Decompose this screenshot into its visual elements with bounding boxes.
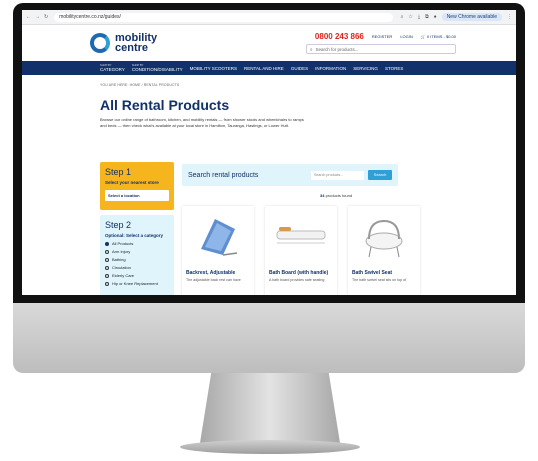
nav-rental-hire[interactable]: RENTAL AND HIRE bbox=[244, 66, 284, 71]
nav-information[interactable]: INFORMATION bbox=[315, 66, 346, 71]
radio-icon bbox=[105, 281, 109, 286]
nav-stores[interactable]: STORES bbox=[385, 66, 403, 71]
product-image bbox=[348, 206, 420, 266]
main-nav: SHOP BY CATEGORY SHOP BY CONDITION/DISABIL… bbox=[22, 61, 516, 75]
forward-icon[interactable]: → bbox=[35, 14, 40, 20]
rental-search-input[interactable]: Search products... bbox=[311, 170, 364, 180]
download-icon[interactable]: ⤓ bbox=[418, 14, 420, 20]
nav-guides[interactable]: GUIDES bbox=[291, 66, 308, 71]
site-search-input[interactable]: ⌕ Search for products... bbox=[306, 44, 456, 54]
product-card[interactable]: Bath Swivel Seat The bath swivel seat si… bbox=[348, 206, 420, 295]
products-found-count: 34 products found bbox=[320, 193, 353, 198]
category-option[interactable]: Circulation bbox=[105, 265, 169, 270]
new-chrome-button[interactable]: New Chrome available bbox=[441, 13, 502, 21]
rental-search-panel: Search rental products Search products..… bbox=[182, 164, 398, 186]
search-icon: ⌕ bbox=[310, 46, 313, 52]
product-desc: The bath swivel seat sits on top of bbox=[352, 278, 407, 282]
rental-search-label: Search rental products bbox=[188, 171, 259, 179]
monitor-base bbox=[180, 440, 360, 454]
nav-shop-by-condition[interactable]: SHOP BY CONDITION/DISABILITY bbox=[132, 64, 183, 72]
bookmark-star-icon[interactable]: ☆ bbox=[408, 14, 412, 20]
category-option[interactable]: Bathing bbox=[105, 257, 169, 262]
product-name[interactable]: Bath Board (with handle) bbox=[265, 266, 337, 276]
monitor-stand bbox=[200, 373, 340, 443]
cart-link[interactable]: 🛒 0 ITEMS - $0.00 bbox=[421, 34, 456, 39]
step2-title: Step 2 bbox=[105, 220, 132, 230]
step2-subtitle: Optional: Select a category bbox=[105, 233, 164, 238]
login-link[interactable]: LOGIN bbox=[400, 34, 412, 39]
back-icon[interactable]: ← bbox=[26, 14, 31, 20]
phone-number[interactable]: 0800 243 866 bbox=[315, 32, 364, 41]
product-card[interactable]: Backrest, Adjustable The adjustable back… bbox=[182, 206, 254, 295]
step1-panel: Step 1 Select your nearest store Select … bbox=[100, 162, 174, 210]
page-title: All Rental Products bbox=[100, 97, 230, 113]
rental-search-button[interactable]: Search bbox=[368, 170, 392, 180]
extensions-icon[interactable]: ⧉ bbox=[425, 14, 429, 20]
radio-icon bbox=[105, 273, 109, 278]
breadcrumb[interactable]: YOU ARE HERE: HOME / RENTAL PRODUCTS bbox=[22, 75, 516, 87]
step1-subtitle: Select your nearest store bbox=[105, 180, 159, 185]
nav-shop-by-category[interactable]: SHOP BY CATEGORY bbox=[100, 64, 125, 72]
site-header: mobility centre 0800 243 866 REGISTER LO… bbox=[22, 25, 516, 61]
product-desc: The adjustable back rest can have bbox=[186, 278, 241, 282]
browser-screen: ← → ↻ mobilitycentre.co.nz/guides/ ⌕ ☆ ⤓… bbox=[22, 10, 516, 295]
reload-icon[interactable]: ↻ bbox=[44, 14, 48, 20]
product-desc: A bath board provides safe seating bbox=[269, 278, 325, 282]
menu-dots-icon[interactable]: ⋮ bbox=[507, 14, 512, 20]
page-intro: Browse our online range of bathroom, kit… bbox=[100, 117, 304, 128]
nav-servicing[interactable]: SERVICING bbox=[353, 66, 378, 71]
step1-title: Step 1 bbox=[105, 167, 132, 177]
cart-icon: 🛒 bbox=[420, 34, 426, 39]
product-image bbox=[265, 206, 337, 266]
register-link[interactable]: REGISTER bbox=[372, 34, 392, 39]
logo-line2: centre bbox=[115, 42, 149, 54]
imac-device: ← → ↻ mobilitycentre.co.nz/guides/ ⌕ ☆ ⤓… bbox=[0, 0, 538, 461]
radio-icon bbox=[105, 257, 109, 262]
zoom-icon[interactable]: ⌕ bbox=[401, 14, 404, 20]
product-name[interactable]: Bath Swivel Seat bbox=[348, 266, 420, 276]
product-card[interactable]: Bath Board (with handle) A bath board pr… bbox=[265, 206, 337, 295]
address-bar[interactable]: mobilitycentre.co.nz/guides/ bbox=[54, 12, 393, 22]
category-option[interactable]: Hip or Knee Replacement bbox=[105, 281, 169, 286]
radio-icon bbox=[105, 249, 109, 254]
category-option[interactable]: Arm Injury bbox=[105, 249, 169, 254]
logo-mark-icon bbox=[90, 33, 110, 53]
step2-panel: Step 2 Optional: Select a category All P… bbox=[100, 215, 174, 295]
nav-mobility-scooters[interactable]: MOBILITY SCOOTERS bbox=[190, 66, 237, 71]
category-option[interactable]: All Products bbox=[105, 241, 169, 246]
category-option[interactable]: Elderly Care bbox=[105, 273, 169, 278]
radio-selected-icon bbox=[105, 241, 109, 246]
select-location-button[interactable]: Select a location bbox=[105, 190, 169, 201]
browser-toolbar: ← → ↻ mobilitycentre.co.nz/guides/ ⌕ ☆ ⤓… bbox=[22, 10, 516, 25]
product-name[interactable]: Backrest, Adjustable bbox=[182, 266, 254, 276]
site-logo[interactable]: mobility centre bbox=[90, 33, 157, 54]
radio-icon bbox=[105, 265, 109, 270]
profile-icon[interactable]: ● bbox=[434, 14, 437, 20]
product-image bbox=[182, 206, 254, 266]
monitor-chin bbox=[13, 303, 525, 373]
